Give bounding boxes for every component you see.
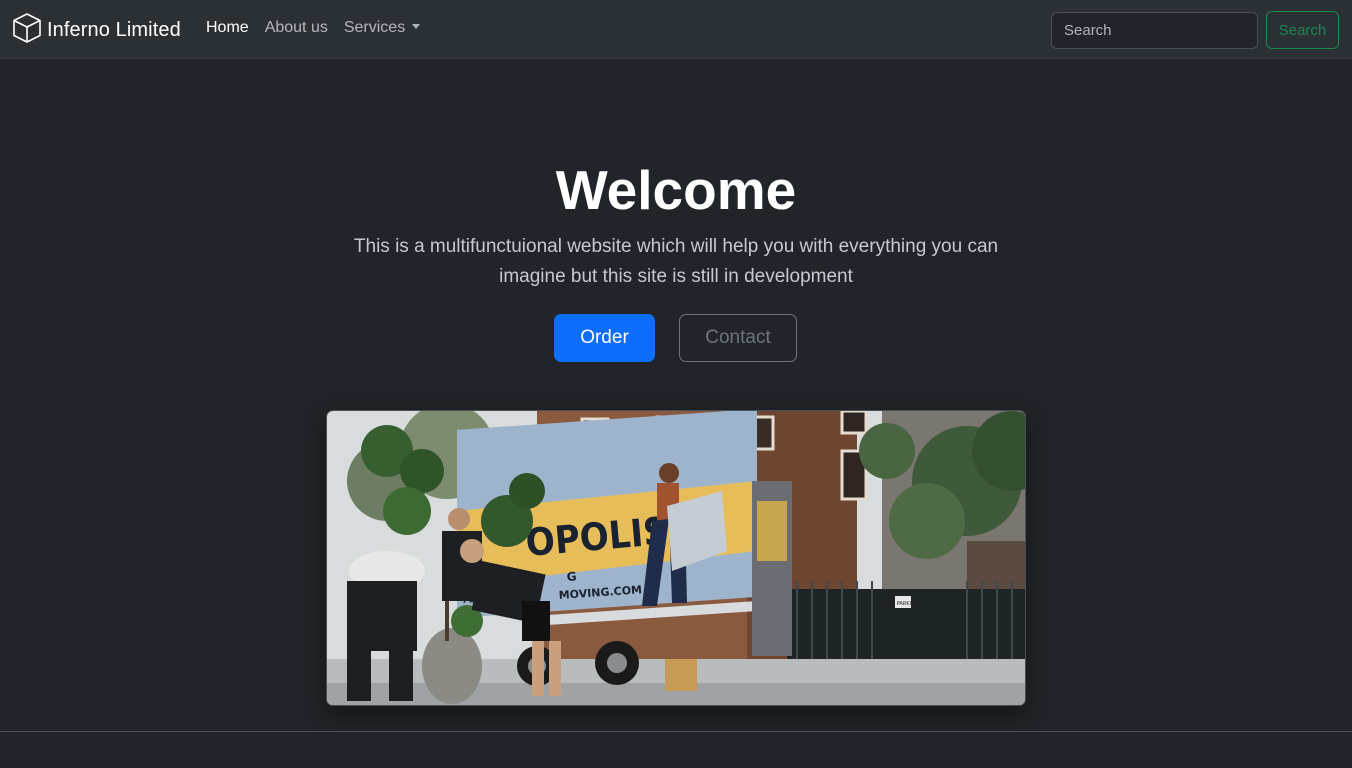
- contact-button[interactable]: Contact: [679, 314, 797, 362]
- search-input[interactable]: [1051, 12, 1258, 49]
- footer-divider: [0, 731, 1352, 732]
- nav-link-services-label: Services: [343, 19, 406, 36]
- hero-title: Welcome: [555, 159, 797, 221]
- nav-links: Home About us Services: [198, 19, 428, 37]
- brand[interactable]: Inferno Limited: [11, 12, 181, 49]
- hero-image: NO PARKING OPOLIS G 718) 7 520 • MOVING.…: [326, 410, 1026, 706]
- nav-link-about[interactable]: About us: [257, 19, 336, 37]
- navbar: Inferno Limited Home About us Services S…: [0, 0, 1352, 59]
- hero-lead: This is a multifunctuional website which…: [353, 236, 999, 287]
- search-button[interactable]: Search: [1266, 11, 1339, 49]
- brand-name: Inferno Limited: [47, 18, 181, 41]
- nav-dropdown-services[interactable]: Services: [336, 19, 428, 37]
- caret-down-icon: [412, 24, 421, 29]
- nav-link-home[interactable]: Home: [198, 19, 257, 37]
- order-button[interactable]: Order: [554, 314, 655, 362]
- no-parking-sign: NO PARKING: [887, 601, 918, 607]
- truck-subtext: G: [566, 569, 577, 584]
- box-icon: [11, 12, 43, 49]
